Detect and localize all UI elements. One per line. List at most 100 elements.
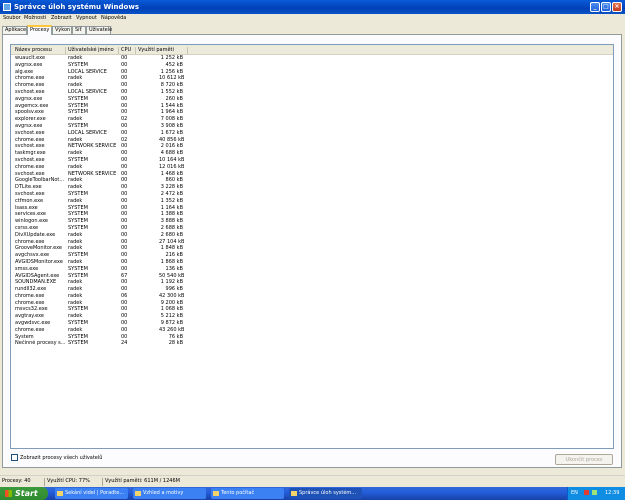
process-row[interactable]: rundll32.exe radek 00 996 kB	[11, 286, 613, 293]
tab-procesy[interactable]: Procesy	[27, 25, 52, 35]
tab-uzivatele[interactable]: Uživatelé	[86, 26, 112, 34]
process-user: SYSTEM	[68, 272, 88, 279]
process-row[interactable]: ctfmon.exe radek 00 1 352 kB	[11, 198, 613, 205]
process-row[interactable]: csrss.exe SYSTEM 00 2 688 kB	[11, 225, 613, 232]
process-row[interactable]: chrome.exe radek 06 42 300 kB	[11, 293, 613, 300]
process-row[interactable]: DTLite.exe radek 00 3 228 kB	[11, 184, 613, 191]
process-row[interactable]: avgchsvx.exe SYSTEM 00 216 kB	[11, 252, 613, 259]
taskbar-item-task-manager[interactable]: Správce úloh systém...	[289, 488, 362, 499]
process-row[interactable]: Nečinné procesy s... SYSTEM 24 28 kB	[11, 340, 613, 347]
minimize-button[interactable]: _	[590, 2, 600, 12]
close-button[interactable]: ×	[612, 2, 622, 12]
process-user: SYSTEM	[68, 95, 88, 102]
process-row[interactable]: svchost.exe LOCAL SERVICE 00 1 672 kB	[11, 130, 613, 137]
antivirus-icon[interactable]	[584, 490, 589, 495]
end-process-button[interactable]: Ukončit proces	[555, 454, 613, 465]
process-user: radek	[68, 258, 83, 265]
title-bar[interactable]: Správce úloh systému Windows _ □ ×	[0, 0, 625, 14]
process-row[interactable]: svchost.exe LOCAL SERVICE 00 1 552 kB	[11, 89, 613, 96]
menu-bar: Soubor Možnosti Zobrazit Vypnout Nápověd…	[0, 14, 625, 23]
process-row[interactable]: avgrsx.exe SYSTEM 00 452 kB	[11, 62, 613, 69]
process-row[interactable]: alg.exe LOCAL SERVICE 00 1 256 kB	[11, 69, 613, 76]
process-row[interactable]: chrome.exe radek 00 12 016 kB	[11, 164, 613, 171]
process-cpu: 00	[121, 68, 128, 75]
task-manager-tray-icon[interactable]	[592, 490, 597, 495]
process-cpu: 00	[121, 163, 128, 170]
process-row[interactable]: avgwdsvc.exe SYSTEM 00 9 872 kB	[11, 320, 613, 327]
process-row[interactable]: svchost.exe NETWORK SERVICE 00 1 468 kB	[11, 171, 613, 178]
process-name: rundll32.exe	[15, 286, 47, 293]
process-row[interactable]: avgtray.exe radek 00 5 212 kB	[11, 313, 613, 320]
firefox-icon	[57, 491, 63, 496]
process-user: radek	[68, 313, 83, 320]
system-tray: EN 12:39	[567, 487, 625, 500]
process-row[interactable]: taskmgr.exe radek 00 4 688 kB	[11, 150, 613, 157]
menu-napoveda[interactable]: Nápověda	[101, 15, 126, 21]
column-separator[interactable]	[118, 47, 119, 54]
process-row[interactable]: System SYSTEM 00 76 kB	[11, 334, 613, 341]
process-cpu: 00	[121, 88, 128, 95]
taskbar-item-my-computer[interactable]: Tento počítač	[211, 488, 284, 499]
tab-vykon[interactable]: Výkon	[52, 26, 72, 34]
taskbar-item-appearance[interactable]: Vzhled a motivy	[133, 488, 206, 499]
process-memory: 5 212 kB	[160, 313, 183, 320]
process-row[interactable]: chrome.exe radek 00 43 260 kB	[11, 327, 613, 334]
language-indicator[interactable]: EN	[571, 490, 578, 496]
show-all-users-label[interactable]: Zobrazit procesy všech uživatelů	[20, 455, 102, 461]
column-separator[interactable]	[135, 47, 136, 54]
process-row[interactable]: avgemcx.exe SYSTEM 00 1 544 kB	[11, 103, 613, 110]
process-row[interactable]: services.exe SYSTEM 00 1 388 kB	[11, 211, 613, 218]
process-name: csrss.exe	[15, 224, 39, 231]
column-separator[interactable]	[187, 47, 188, 54]
process-user: NETWORK SERVICE	[68, 170, 117, 177]
column-header-user[interactable]: Uživatelské jméno	[68, 47, 114, 53]
process-row[interactable]: chrome.exe radek 00 27 104 kB	[11, 239, 613, 246]
column-header-memory[interactable]: Využití paměti	[138, 47, 174, 53]
menu-vypnout[interactable]: Vypnout	[76, 15, 97, 21]
status-bar: Procesy: 40 Využití CPU: 77% Využití pam…	[0, 475, 625, 486]
process-row[interactable]: avgrsx.exe SYSTEM 00 260 kB	[11, 96, 613, 103]
process-row[interactable]: chrome.exe radek 02 40 856 kB	[11, 137, 613, 144]
process-row[interactable]: avgrsx.exe SYSTEM 00 3 908 kB	[11, 123, 613, 130]
process-row[interactable]: explorer.exe radek 02 7 008 kB	[11, 116, 613, 123]
column-header-name[interactable]: Název procesu	[15, 47, 52, 53]
taskbar-item-browser[interactable]: Sekání videí | Poradte...	[55, 488, 128, 499]
process-row[interactable]: SOUNDMAN.EXE radek 00 1 192 kB	[11, 279, 613, 286]
process-row[interactable]: spoolsv.exe SYSTEM 00 1 964 kB	[11, 109, 613, 116]
process-row[interactable]: chrome.exe radek 00 8 720 kB	[11, 82, 613, 89]
process-row[interactable]: GoogleToolbarNot... radek 00 860 kB	[11, 177, 613, 184]
process-name: DTLite.exe	[15, 184, 42, 191]
process-row[interactable]: svchost.exe SYSTEM 00 2 472 kB	[11, 191, 613, 198]
process-user: SYSTEM	[68, 102, 88, 109]
menu-soubor[interactable]: Soubor	[3, 15, 21, 21]
process-row[interactable]: AVGIDSMonitor.exe radek 00 1 868 kB	[11, 259, 613, 266]
process-row[interactable]: GrooveMonitor.exe radek 00 1 848 kB	[11, 245, 613, 252]
process-row[interactable]: svchost.exe NETWORK SERVICE 00 2 016 kB	[11, 143, 613, 150]
process-row[interactable]: lsass.exe SYSTEM 00 1 164 kB	[11, 205, 613, 212]
maximize-button[interactable]: □	[601, 2, 611, 12]
process-cpu: 67	[121, 272, 128, 279]
process-row[interactable]: svchost.exe SYSTEM 00 10 164 kB	[11, 157, 613, 164]
tab-sit[interactable]: Síť	[72, 26, 86, 34]
tab-aplikace[interactable]: Aplikace	[2, 26, 27, 34]
process-list[interactable]: Název procesu Uživatelské jméno CPU Využ…	[10, 44, 614, 449]
process-row[interactable]: chrome.exe radek 00 10 612 kB	[11, 75, 613, 82]
column-separator[interactable]	[65, 47, 66, 54]
column-header-cpu[interactable]: CPU	[121, 47, 131, 53]
menu-zobrazit[interactable]: Zobrazit	[51, 15, 72, 21]
start-button[interactable]: Start	[0, 487, 48, 500]
process-name: chrome.exe	[15, 136, 45, 143]
process-row[interactable]: msvcs32.exe SYSTEM 00 1 068 kB	[11, 306, 613, 313]
process-row[interactable]: AVGIDSAgent.exe SYSTEM 67 50 540 kB	[11, 273, 613, 280]
process-row[interactable]: winlogon.exe SYSTEM 00 3 888 kB	[11, 218, 613, 225]
show-all-users-checkbox[interactable]	[11, 454, 18, 461]
process-row[interactable]: wuauclt.exe radek 00 1 252 kB	[11, 55, 613, 62]
process-row[interactable]: DivXUpdate.exe radek 00 2 680 kB	[11, 232, 613, 239]
process-user: SYSTEM	[68, 252, 88, 259]
process-user: radek	[68, 231, 83, 238]
menu-moznosti[interactable]: Možnosti	[24, 15, 46, 21]
process-memory: 27 104 kB	[159, 238, 185, 245]
process-name: msvcs32.exe	[15, 306, 48, 313]
process-row[interactable]: chrome.exe radek 00 9 200 kB	[11, 300, 613, 307]
process-row[interactable]: smss.exe SYSTEM 00 136 kB	[11, 266, 613, 273]
